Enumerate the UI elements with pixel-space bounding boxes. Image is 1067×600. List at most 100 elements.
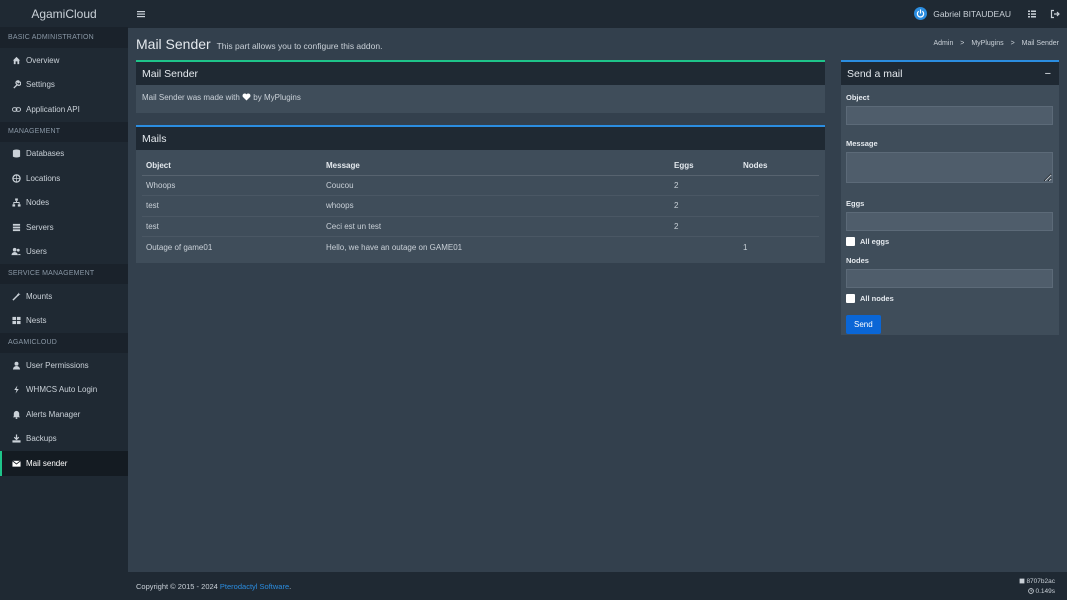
bolt-icon [11, 385, 21, 395]
section-header-basic: BASIC ADMINISTRATION [0, 28, 128, 48]
sidebar-item-mounts[interactable]: Mounts [0, 284, 128, 309]
breadcrumb: Admin > MyPlugins > Mail Sender [934, 40, 1060, 47]
column-header-eggs: Eggs [670, 156, 739, 176]
sidebar-item-servers[interactable]: Servers [0, 215, 128, 240]
sidebar-item-alerts-manager[interactable]: Alerts Manager [0, 402, 128, 427]
copyright-dot: . [289, 582, 292, 591]
hamburger-icon[interactable] [136, 9, 146, 19]
cell-eggs: 2 [670, 195, 739, 217]
clock-icon [1027, 587, 1034, 595]
copyright: Copyright © 2015 - 2024 Pterodactyl Soft… [136, 582, 291, 591]
sidebar-item-locations[interactable]: Locations [0, 166, 128, 191]
globe-icon [11, 173, 21, 183]
sidebar-item-databases[interactable]: Databases [0, 142, 128, 167]
sidebar-item-label: Databases [26, 149, 65, 159]
cell-nodes: 1 [743, 242, 748, 252]
all-eggs-label: All eggs [860, 237, 890, 246]
sidebar-item-label: WHMCS Auto Login [26, 385, 98, 395]
cell-eggs: 2 [670, 175, 739, 196]
all-nodes-checkbox[interactable] [846, 294, 855, 303]
object-input[interactable] [846, 106, 1053, 125]
brand-logo[interactable]: AgamiCloud [0, 0, 128, 28]
breadcrumb-current: Mail Sender [1021, 40, 1059, 47]
cell-object: test [142, 216, 322, 237]
power-avatar-icon [914, 7, 928, 20]
version-hash: 8707b2ac [1026, 578, 1055, 585]
eggs-label: Eggs [846, 199, 865, 208]
sidebar-item-mail-sender[interactable]: Mail sender [0, 451, 128, 476]
section-header-management: MANAGEMENT [0, 121, 128, 142]
column-header-object: Object [142, 156, 322, 176]
user-icon [11, 360, 21, 370]
eggs-input[interactable] [846, 212, 1053, 231]
link-icon [11, 104, 21, 114]
intro-text-after: by MyPlugins [253, 93, 301, 102]
intro-text-before: Mail Sender was made with [142, 93, 240, 102]
sidebar-item-application-api[interactable]: Application API [0, 97, 128, 122]
sidebar-item-label: Alerts Manager [26, 409, 81, 419]
all-eggs-checkbox[interactable] [846, 237, 855, 246]
sitemap-icon [11, 198, 21, 208]
server-icon [11, 222, 21, 232]
column-header-message: Message [322, 156, 670, 176]
version-info: 8707b2ac 0.149s [1019, 577, 1055, 597]
cell-object: Outage of game01 [146, 242, 213, 252]
send-mail-box: Send a mail − Object Message Eggs All eg… [841, 60, 1059, 335]
logout-icon[interactable] [1050, 9, 1060, 19]
send-mail-form: Object Message Eggs All eggs Nodes All n… [841, 85, 1059, 340]
sidebar-item-overview[interactable]: Overview [0, 48, 128, 73]
sidebar-item-label: Mounts [26, 291, 53, 301]
intro-text: Mail Sender was made with by MyPlugins [136, 85, 825, 110]
all-nodes-checkbox-row[interactable]: All nodes [846, 294, 1054, 303]
cell-message: Hello, we have an outage on GAME01 [326, 242, 463, 252]
nodes-input[interactable] [846, 269, 1053, 288]
cell-message: Coucou [322, 175, 670, 196]
table-row[interactable]: test whoops 2 [142, 195, 819, 217]
magic-icon [11, 291, 21, 301]
pterodactyl-link[interactable]: Pterodactyl Software [220, 582, 289, 591]
breadcrumb-myplugins[interactable]: MyPlugins [971, 40, 1003, 47]
sidebar-item-label: Application API [26, 104, 80, 114]
sidebar-item-settings[interactable]: Settings [0, 73, 128, 98]
code-icon [1019, 578, 1025, 585]
all-nodes-label: All nodes [860, 294, 894, 303]
cell-message: Ceci est un test [322, 216, 670, 237]
section-header-service: SERVICE MANAGEMENT [0, 264, 128, 284]
sidebar-item-users[interactable]: Users [0, 240, 128, 265]
sidebar-item-label: User Permissions [26, 360, 89, 370]
sidebar-item-backups[interactable]: Backups [0, 427, 128, 452]
sidebar-item-nodes[interactable]: Nodes [0, 191, 128, 216]
sidebar-item-nests[interactable]: Nests [0, 309, 128, 334]
wrench-icon [11, 80, 21, 90]
table-row[interactable]: test Ceci est un test 2 [142, 216, 819, 237]
mails-box-title: Mails [136, 127, 825, 150]
column-header-nodes: Nodes [739, 156, 819, 176]
home-icon [11, 55, 21, 65]
all-eggs-checkbox-row[interactable]: All eggs [846, 237, 1054, 246]
table-row[interactable]: Whoops Coucou 2 [142, 175, 819, 196]
list-icon[interactable] [1027, 9, 1037, 19]
user-menu[interactable]: Gabriel BITAUDEAU [914, 7, 1011, 20]
breadcrumb-admin[interactable]: Admin [934, 40, 954, 47]
main-content: Mail Sender This part allows you to conf… [128, 28, 1067, 572]
table-row[interactable]: Outage of game01 Hello, we have an outag… [142, 237, 819, 258]
message-label: Message [846, 139, 878, 148]
mails-box: Mails Object Message Eggs Nodes Whoops C… [136, 125, 825, 263]
intro-box-title: Mail Sender [136, 62, 825, 85]
page-subtitle: This part allows you to configure this a… [216, 41, 383, 51]
intro-box: Mail Sender Mail Sender was made with by… [136, 60, 825, 113]
sidebar-item-user-permissions[interactable]: User Permissions [0, 353, 128, 378]
sidebar-item-label: Mail sender [26, 458, 68, 468]
cell-nodes [739, 175, 819, 196]
cell-object: test [142, 195, 322, 217]
cell-object: Whoops [142, 175, 322, 196]
message-textarea[interactable] [846, 152, 1053, 183]
sidebar-item-label: Users [26, 247, 47, 257]
sidebar-item-label: Overview [26, 55, 60, 65]
breadcrumb-separator: > [1010, 40, 1015, 47]
footer: Copyright © 2015 - 2024 Pterodactyl Soft… [128, 572, 1067, 600]
send-button[interactable]: Send [846, 315, 881, 334]
sidebar-item-whmcs-auto-login[interactable]: WHMCS Auto Login [0, 378, 128, 403]
collapse-button[interactable]: − [1045, 68, 1051, 80]
download-icon [11, 434, 21, 444]
